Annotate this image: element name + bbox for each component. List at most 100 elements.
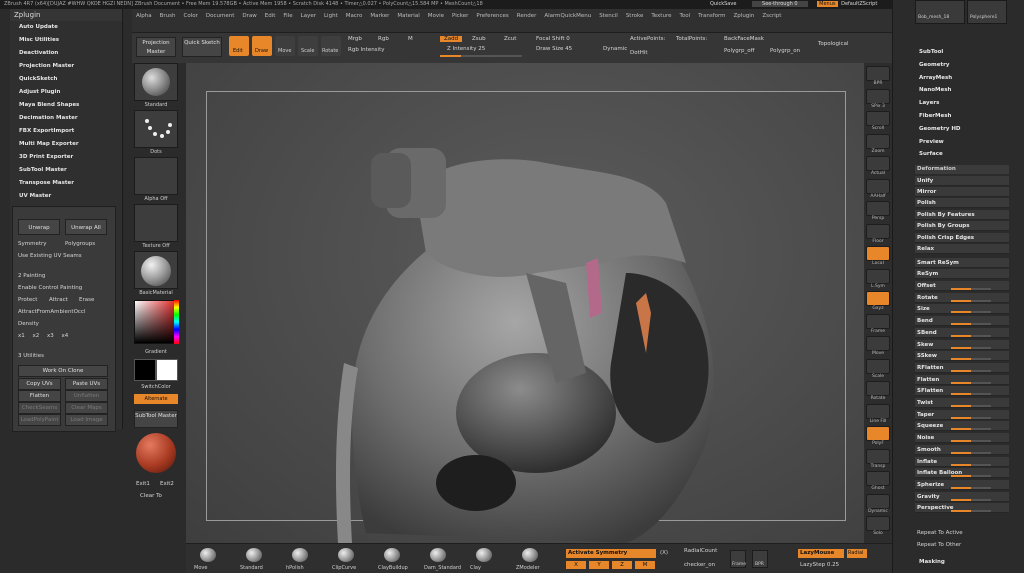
strip-button[interactable]: [866, 66, 890, 81]
color-picker[interactable]: [134, 300, 178, 344]
edit-button[interactable]: Edit: [229, 36, 249, 56]
repeat-to-other-button[interactable]: Repeat To Other: [917, 542, 961, 548]
brush-icon[interactable]: [384, 548, 400, 562]
strip-button[interactable]: [866, 336, 890, 351]
alpha-thumbnail[interactable]: [134, 157, 178, 195]
menu-item-marker[interactable]: Marker: [370, 9, 389, 23]
deformation-slider[interactable]: Inflate Balloon: [915, 468, 1009, 479]
gradient-label[interactable]: Gradient: [132, 349, 180, 355]
plugin-item[interactable]: UV Master: [10, 190, 122, 203]
menu-item-material[interactable]: Material: [397, 9, 419, 23]
deformation-action-button[interactable]: Relax: [915, 244, 1009, 254]
frame-button[interactable]: Frame: [730, 550, 746, 568]
unwrap-button[interactable]: Unwrap: [18, 219, 60, 235]
tool-menu-item[interactable]: Layers: [919, 100, 939, 106]
load-polypaint-button[interactable]: LoadPolyPaint: [18, 414, 61, 426]
enable-control-painting-button[interactable]: Enable Control Painting: [18, 285, 82, 291]
polygrp-on-button[interactable]: Polygrp_on: [770, 48, 800, 54]
strip-button[interactable]: [866, 156, 890, 171]
subtool-master-button[interactable]: SubTool Master: [134, 410, 178, 428]
plugin-item[interactable]: Maya Blend Shapes: [10, 99, 122, 112]
strip-button[interactable]: [866, 516, 890, 531]
see-through-slider[interactable]: See-through 0: [752, 1, 808, 7]
strip-button[interactable]: [866, 178, 890, 194]
subtool-thumb-2[interactable]: Polysphere1: [967, 0, 1007, 24]
strip-button[interactable]: [866, 133, 890, 149]
strip-button[interactable]: [866, 426, 890, 441]
tool-menu-item[interactable]: NanoMesh: [919, 87, 951, 93]
scale-button[interactable]: Scale: [298, 36, 318, 56]
radial-button[interactable]: Radial: [847, 549, 867, 558]
axis-y-toggle[interactable]: Y: [589, 561, 609, 569]
strip-button[interactable]: [866, 403, 890, 419]
deformation-slider[interactable]: Flatten: [915, 374, 1009, 385]
brush-icon[interactable]: [292, 548, 308, 562]
flatten-button[interactable]: Flatten: [18, 390, 61, 402]
use-existing-seams-toggle[interactable]: Use Existing UV Seams: [18, 253, 82, 259]
resym-button[interactable]: ReSym: [915, 269, 1009, 279]
viewport-canvas[interactable]: [186, 63, 864, 543]
menu-item-alarmquickmenu[interactable]: AlarmQuickMenu: [544, 9, 591, 23]
deformation-slider[interactable]: Inflate: [915, 456, 1009, 467]
protect-button[interactable]: Protect: [18, 297, 37, 303]
dynamic-toggle[interactable]: Dynamic: [603, 46, 627, 52]
brush-icon[interactable]: [246, 548, 262, 562]
deformation-slider[interactable]: Taper: [915, 409, 1009, 420]
deformation-header[interactable]: Deformation: [915, 165, 1009, 174]
density-x4[interactable]: x4: [62, 333, 69, 339]
menu-item-stroke[interactable]: Stroke: [626, 9, 644, 23]
strip-button[interactable]: [866, 223, 890, 239]
quicksave-button[interactable]: QuickSave: [710, 1, 736, 7]
draw-button[interactable]: Draw: [252, 36, 272, 56]
move-button[interactable]: Move: [275, 36, 295, 56]
lazystep-slider[interactable]: LazyStep 0.25: [800, 562, 839, 568]
brush-icon[interactable]: [200, 548, 216, 562]
plugin-item[interactable]: QuickSketch: [10, 73, 122, 86]
projection-master-button[interactable]: Projection Master: [136, 37, 176, 57]
deformation-action-button[interactable]: Polish By Groups: [915, 221, 1009, 231]
exit1-button[interactable]: Exit1: [136, 481, 150, 487]
m-button[interactable]: M: [408, 36, 413, 42]
deformation-slider[interactable]: Skew: [915, 339, 1009, 350]
clear-maps-button[interactable]: Clear Maps: [65, 402, 108, 414]
deformation-slider[interactable]: Gravity: [915, 491, 1009, 502]
tool-menu-item[interactable]: Surface: [919, 151, 943, 157]
polygroups-toggle[interactable]: Polygroups: [65, 241, 95, 247]
activate-symmetry-button[interactable]: Activate Symmetry: [566, 549, 656, 558]
menu-item-alpha[interactable]: Alpha: [136, 9, 152, 23]
work-on-clone-button[interactable]: Work On Clone: [18, 365, 108, 377]
plugin-item[interactable]: SubTool Master: [10, 164, 122, 177]
erase-button[interactable]: Erase: [79, 297, 94, 303]
stroke-thumbnail[interactable]: [134, 110, 178, 148]
strip-button[interactable]: [866, 88, 890, 104]
menu-item-document[interactable]: Document: [206, 9, 235, 23]
copy-uvs-button[interactable]: Copy UVs: [18, 378, 61, 390]
plugin-item[interactable]: 3D Print Exporter: [10, 151, 122, 164]
brush-icon[interactable]: [338, 548, 354, 562]
deformation-slider[interactable]: Bend: [915, 316, 1009, 327]
deformation-slider[interactable]: Spherize: [915, 479, 1009, 490]
strip-button[interactable]: [866, 381, 890, 396]
zadd-button[interactable]: Zadd: [440, 36, 463, 42]
utilities-section-title[interactable]: 3 Utilities: [18, 353, 44, 359]
deformation-slider[interactable]: Offset: [915, 281, 1009, 291]
unify-button[interactable]: Unify: [915, 176, 1009, 186]
axis-z-toggle[interactable]: Z: [612, 561, 632, 569]
plugin-item[interactable]: Multi Map Exporter: [10, 138, 122, 151]
strip-button[interactable]: [866, 291, 890, 306]
red-material-sphere-icon[interactable]: [136, 433, 176, 473]
rgb-button[interactable]: Rgb: [378, 36, 389, 42]
polygrp-off-button[interactable]: Polygrp_off: [724, 48, 754, 54]
repeat-to-active-button[interactable]: Repeat To Active: [917, 530, 963, 536]
menu-item-light[interactable]: Light: [324, 9, 338, 23]
exit2-button[interactable]: Exit2: [160, 481, 174, 487]
unwrap-all-button[interactable]: Unwrap All: [65, 219, 107, 235]
menu-item-picker[interactable]: Picker: [452, 9, 468, 23]
dothit-button[interactable]: DotHit: [630, 50, 648, 56]
clear-to-button[interactable]: Clear To: [140, 493, 162, 499]
menu-item-stencil[interactable]: Stencil: [599, 9, 618, 23]
unflatten-button[interactable]: Unflatten: [65, 390, 108, 402]
deformation-slider[interactable]: SBend: [915, 327, 1009, 338]
lazymouse-button[interactable]: LazyMouse: [798, 549, 844, 558]
tool-menu-item[interactable]: Geometry HD: [919, 126, 961, 132]
